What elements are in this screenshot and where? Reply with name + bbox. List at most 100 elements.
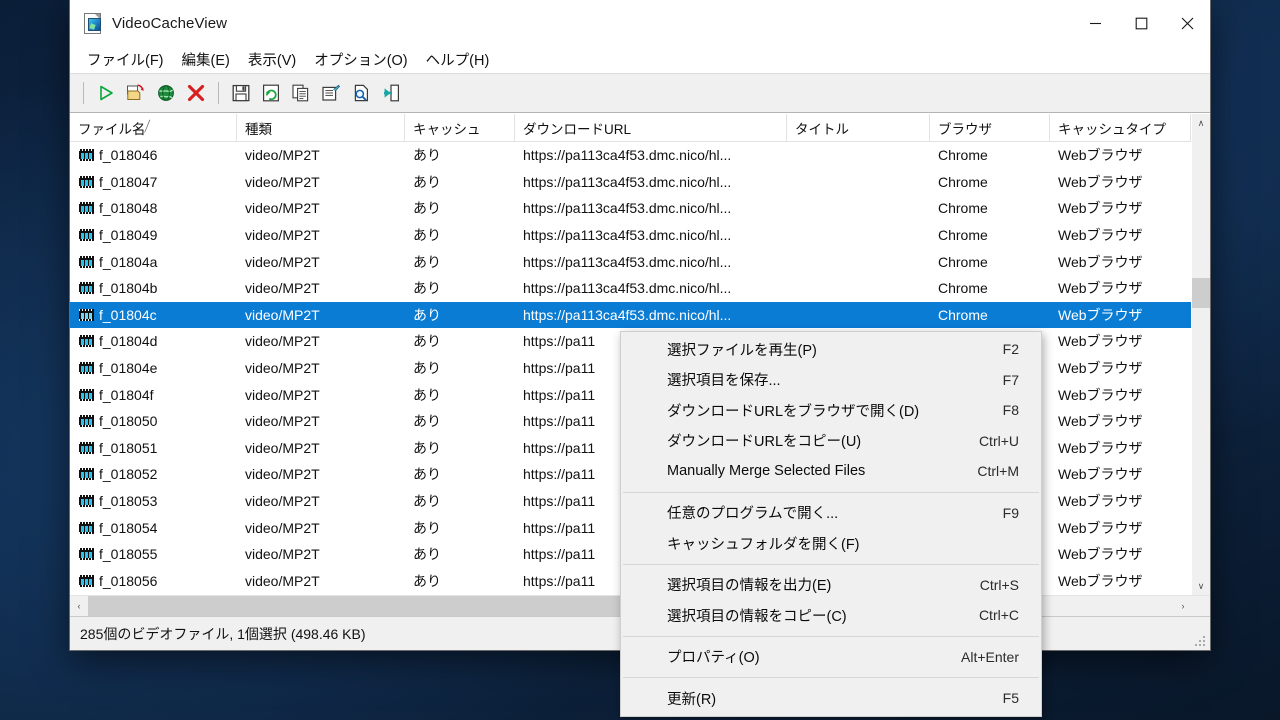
toolbar-delete-button[interactable] [181, 78, 211, 108]
cell-text: f_01804e [99, 360, 158, 377]
context-menu-item[interactable]: 更新(R) F5 [621, 683, 1041, 714]
table-row[interactable]: f_018046 video/MP2T あり https://pa113ca4f53.… [70, 142, 1191, 169]
table-row[interactable]: f_018048 video/MP2T あり https://pa113ca4f53.… [70, 195, 1191, 222]
maximize-button[interactable] [1118, 0, 1164, 46]
table-row[interactable]: f_01804c video/MP2T あり https://pa113ca4f53.… [70, 301, 1191, 329]
context-menu-item[interactable]: 選択項目を保存... F7 [621, 365, 1041, 396]
scroll-left-button[interactable]: ‹ [70, 596, 88, 616]
toolbar-play-button[interactable] [91, 78, 121, 108]
context-menu-item[interactable]: Manually Merge Selected Files Ctrl+M [621, 456, 1041, 487]
menu-view[interactable]: 表示(V) [239, 46, 305, 73]
column-header-url[interactable]: ダウンロードURL [515, 114, 787, 141]
cell-text: あり [413, 466, 441, 483]
cell-cache: あり [405, 438, 515, 458]
toolbar-refresh-button[interactable] [256, 78, 286, 108]
video-file-icon [79, 149, 94, 162]
context-menu-item-accelerator: Ctrl+M [977, 463, 1019, 480]
menu-file[interactable]: ファイル(F) [78, 46, 173, 73]
menu-options[interactable]: オプション(O) [305, 46, 416, 73]
cell-cache: あり [405, 278, 515, 298]
cell-text: f_018047 [99, 173, 158, 190]
cell-filename: f_018052 [70, 466, 237, 482]
horizontal-scroll-thumb[interactable] [88, 596, 622, 616]
open-download-url-in-browser-globe-icon [158, 85, 174, 101]
cell-text: f_01804d [99, 333, 158, 350]
cell-filename: f_018051 [70, 440, 237, 456]
cell-text: Chrome [938, 200, 988, 217]
context-menu-item-label: 選択項目の情報をコピー(C) [667, 608, 847, 625]
video-file-icon [79, 335, 94, 348]
cell-browser: Chrome [930, 280, 1050, 296]
cell-cachetype: Webブラウザ [1050, 358, 1191, 378]
cell-cache: あり [405, 411, 515, 431]
cell-url: https://pa113ca4f53.dmc.nico/hl... [515, 227, 787, 243]
column-header-title[interactable]: タイトル [787, 114, 930, 141]
table-row[interactable]: f_018047 video/MP2T あり https://pa113ca4f53.… [70, 169, 1191, 196]
vertical-scroll-thumb[interactable] [1192, 278, 1210, 308]
scroll-up-button[interactable]: ∧ [1192, 114, 1210, 132]
cell-type: video/MP2T [237, 254, 405, 270]
context-menu-item[interactable]: プロパティ(O) Alt+Enter [621, 642, 1041, 673]
copy-selected-files-to-folder-icon [127, 84, 144, 100]
context-menu-item[interactable]: キャッシュフォルダを開く(F) [621, 528, 1041, 559]
copy-selected-items-icon [292, 84, 309, 102]
cell-text: f_018052 [99, 466, 158, 483]
context-menu-item[interactable]: 選択項目の情報をコピー(C) Ctrl+C [621, 600, 1041, 631]
cell-text: https://pa113ca4f53.dmc.nico/hl... [523, 306, 732, 323]
minimize-button[interactable] [1072, 0, 1118, 46]
context-menu-separator [623, 563, 1039, 565]
vertical-scroll-track[interactable] [1192, 132, 1210, 577]
context-menu-item[interactable]: 選択項目の情報を出力(E) Ctrl+S [621, 570, 1041, 601]
toolbar-save-button[interactable] [226, 78, 256, 108]
cell-text: Webブラウザ [1058, 439, 1143, 456]
toolbar-find-button[interactable] [346, 78, 376, 108]
table-row[interactable]: f_01804b video/MP2T あり https://pa113ca4f53.… [70, 275, 1191, 302]
column-header-label: ファイル名 [78, 121, 146, 137]
cell-text: video/MP2T [245, 386, 320, 403]
cell-cachetype: Webブラウザ [1050, 544, 1191, 564]
context-menu-item-accelerator: F7 [1002, 371, 1019, 388]
cell-cachetype: Webブラウザ [1050, 464, 1191, 484]
resize-grip[interactable] [1194, 635, 1207, 648]
column-header-label: キャッシュ [413, 121, 481, 137]
context-menu-item[interactable]: ダウンロードURLをブラウザで開く(D) F8 [621, 395, 1041, 426]
cell-text: Chrome [938, 253, 988, 270]
table-row[interactable]: f_018049 video/MP2T あり https://pa113ca4f53.… [70, 222, 1191, 249]
video-file-icon [79, 548, 94, 561]
toolbar-open-url-button[interactable] [151, 78, 181, 108]
context-menu-item[interactable]: ダウンロードURLをコピー(U) Ctrl+U [621, 426, 1041, 457]
context-menu-item[interactable]: 選択ファイルを再生(P) F2 [621, 334, 1041, 365]
close-button[interactable] [1164, 0, 1210, 46]
cell-text: f_01804a [99, 253, 158, 270]
column-header-label: タイトル [795, 121, 849, 137]
toolbar-copy-to-folder-button[interactable] [121, 78, 151, 108]
cell-text: あり [413, 439, 441, 456]
column-header-browser[interactable]: ブラウザ [930, 114, 1050, 141]
cell-text: video/MP2T [245, 173, 320, 190]
context-menu-item-label: 任意のプログラムで開く... [667, 506, 839, 523]
toolbar-properties-button[interactable] [316, 78, 346, 108]
cell-text: あり [413, 306, 441, 323]
scroll-right-button[interactable]: › [1174, 596, 1192, 616]
column-header-cachetype[interactable]: キャッシュタイプ [1050, 114, 1191, 141]
menu-help[interactable]: ヘルプ(H) [417, 46, 499, 73]
cell-text: video/MP2T [245, 546, 320, 563]
cell-text: video/MP2T [245, 493, 320, 510]
context-menu-item[interactable]: 任意のプログラムで開く... F9 [621, 498, 1041, 529]
column-header-filename[interactable]: ファイル名 ╱ [70, 114, 237, 141]
column-header-cache[interactable]: キャッシュ [405, 114, 515, 141]
cell-text: Webブラウザ [1058, 386, 1143, 403]
column-header-type[interactable]: 種類 [237, 114, 405, 141]
vertical-scrollbar[interactable]: ∧ ∨ [1191, 114, 1210, 595]
cell-cache: あり [405, 518, 515, 538]
menu-edit[interactable]: 編集(E) [173, 46, 239, 73]
scroll-down-button[interactable]: ∨ [1192, 577, 1210, 595]
title-bar: VideoCacheView [70, 0, 1210, 46]
cell-type: video/MP2T [237, 360, 405, 376]
toolbar-copy-button[interactable] [286, 78, 316, 108]
column-header-label: 種類 [245, 121, 272, 137]
toolbar-exit-button[interactable] [376, 78, 406, 108]
table-row[interactable]: f_01804a video/MP2T あり https://pa113ca4f53.… [70, 248, 1191, 275]
context-menu-item-label: 更新(R) [667, 691, 717, 708]
cell-type: video/MP2T [237, 573, 405, 589]
